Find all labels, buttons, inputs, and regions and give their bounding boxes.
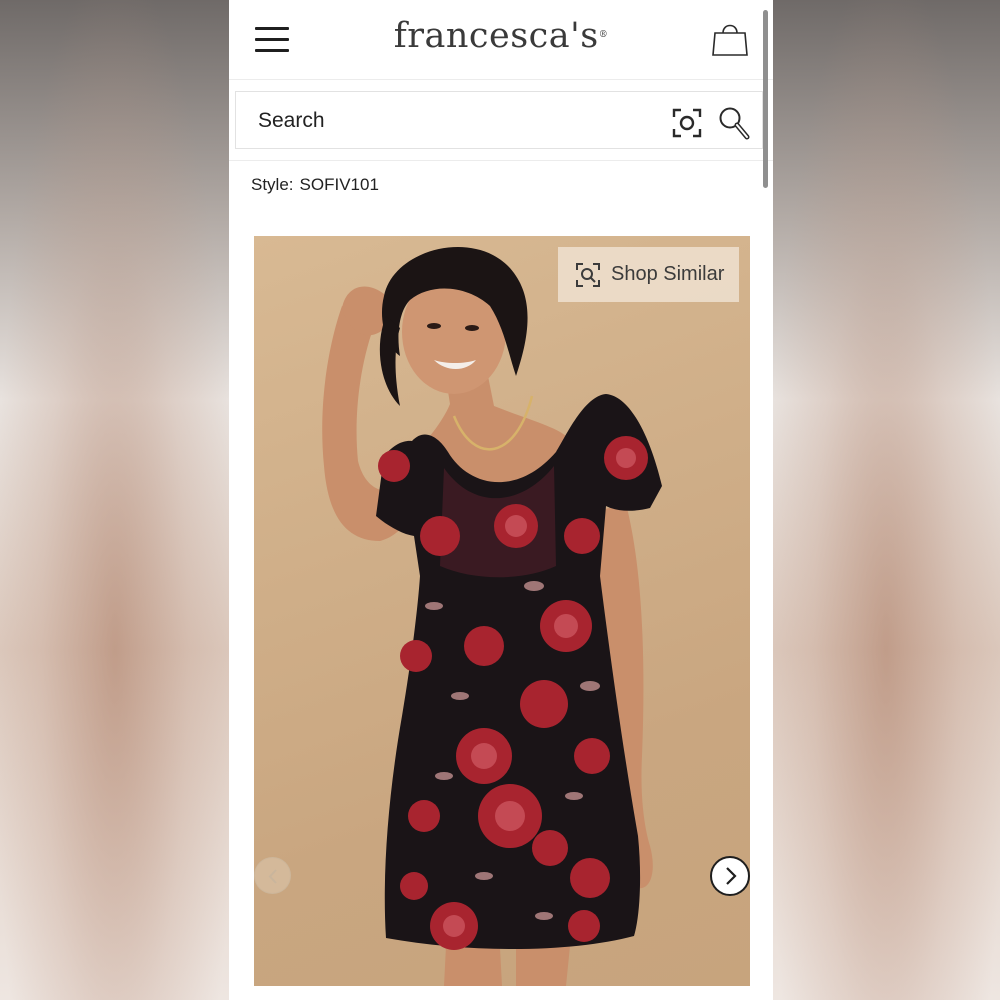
chevron-left-icon	[268, 869, 277, 884]
visual-search-icon	[576, 263, 600, 287]
next-image-button[interactable]	[710, 856, 750, 896]
search-input[interactable]: Search	[258, 109, 325, 133]
left-blurred-background	[0, 0, 230, 1000]
visual-search-camera-icon[interactable]	[672, 108, 702, 138]
right-blurred-background	[772, 0, 1000, 1000]
shop-similar-label: Shop Similar	[611, 263, 725, 285]
mobile-page: francesca's® Search Style: SOFIV101 Shop…	[229, 0, 773, 1000]
brand-logo[interactable]: francesca's®	[229, 16, 773, 56]
style-code: SOFIV101	[299, 175, 379, 194]
magnifier-icon[interactable]	[718, 106, 750, 140]
registered-mark: ®	[598, 30, 609, 40]
brand-logo-text: francesca's	[393, 16, 599, 56]
product-photo[interactable]: Shop Similar	[254, 236, 750, 986]
shop-similar-button[interactable]: Shop Similar	[558, 247, 739, 302]
site-header: francesca's®	[229, 0, 773, 80]
section-divider	[229, 160, 773, 161]
style-label: Style:	[251, 175, 294, 194]
page-scrollbar[interactable]	[763, 10, 768, 188]
search-bar[interactable]: Search	[235, 91, 763, 149]
chevron-right-icon	[726, 867, 737, 885]
shopping-bag-icon[interactable]	[711, 20, 749, 58]
product-photo-illustration	[322, 247, 662, 986]
previous-image-button[interactable]	[254, 857, 291, 894]
style-number: Style: SOFIV101	[251, 175, 379, 195]
